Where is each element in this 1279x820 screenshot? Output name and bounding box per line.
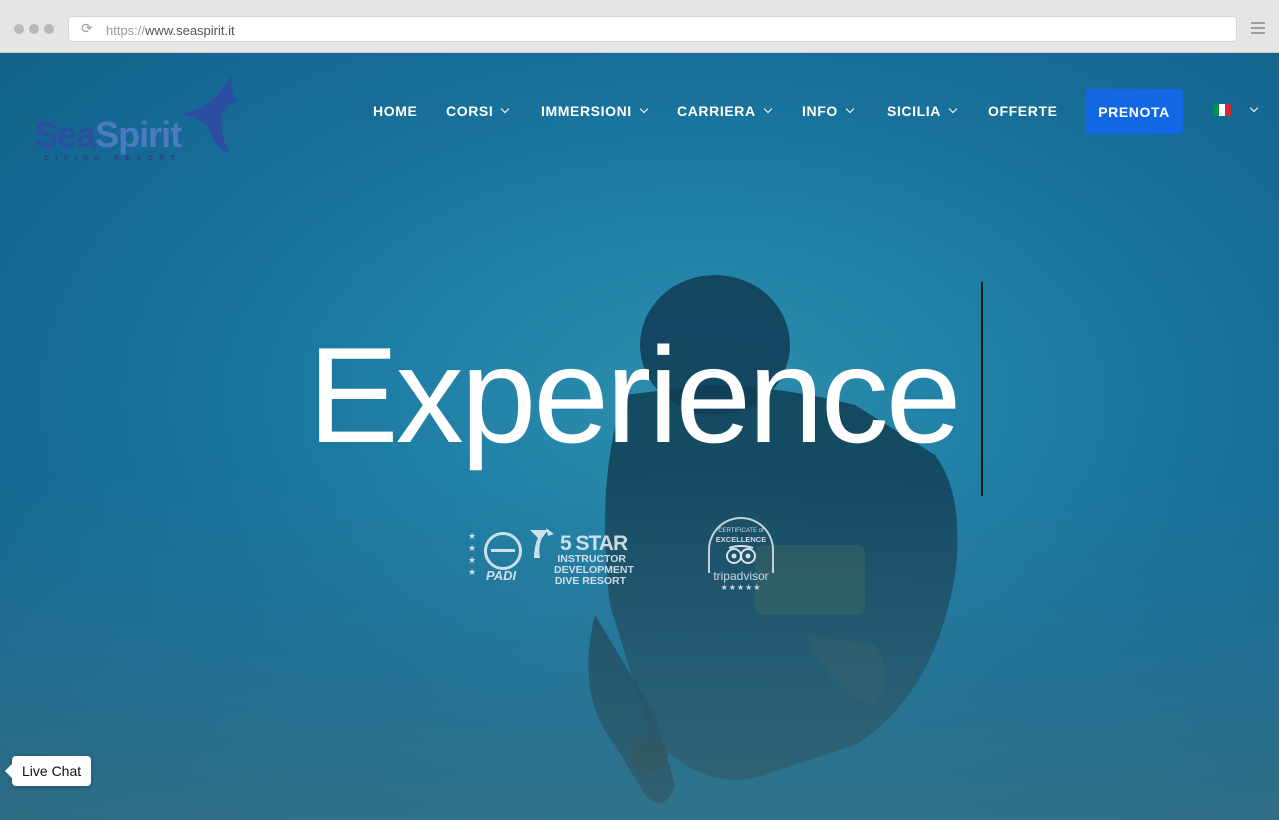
chevron-down-icon xyxy=(763,104,772,114)
padi-line-3: DIVE RESORT xyxy=(554,575,626,587)
typing-cursor xyxy=(981,282,983,496)
maximize-window-dot[interactable] xyxy=(44,24,54,34)
nav-item-offerte[interactable]: OFFERTE xyxy=(988,103,1058,119)
excellence-label: EXCELLENCE xyxy=(715,535,767,544)
chevron-down-icon xyxy=(639,104,649,114)
nav-label: INFO xyxy=(802,103,838,119)
nav-item-corsi[interactable]: CORSI xyxy=(446,103,510,119)
tripadvisor-owl-icon xyxy=(726,545,756,564)
nav-item-carriera[interactable]: CARRIERA xyxy=(677,103,772,119)
chevron-down-icon xyxy=(1249,103,1259,113)
minimize-window-dot[interactable] xyxy=(29,24,39,34)
url-protocol: https:// xyxy=(106,23,146,38)
padi-diver-figure-icon xyxy=(530,528,554,558)
tripadvisor-badge: CERTIFICATE of EXCELLENCE tripadvisor ★★… xyxy=(707,517,775,595)
padi-5-star-badge: ★ ★ ★ ★ PADI 5 STAR INSTRUCTOR DEVELOPMENT … xyxy=(468,528,634,588)
language-selector[interactable] xyxy=(1213,103,1259,116)
window-controls xyxy=(14,24,54,34)
logo-subtitle: DIVING RESORT xyxy=(44,155,182,162)
padi-brand: PADI xyxy=(486,568,517,583)
padi-globe-icon xyxy=(484,532,522,570)
prenota-button[interactable]: PRENOTA xyxy=(1085,89,1183,134)
url-text[interactable]: https://www.seaspirit.it xyxy=(106,23,235,38)
nav-label: SICILIA xyxy=(887,103,941,119)
it-flag-icon xyxy=(1213,104,1231,116)
nav-label: CARRIERA xyxy=(677,103,756,119)
close-window-dot[interactable] xyxy=(14,24,24,34)
main-navigation: HOME CORSI IMMERSIONI CARRIERA INFO SICI… xyxy=(0,89,1279,134)
reload-icon[interactable]: ⟳ xyxy=(81,22,95,36)
chevron-down-icon xyxy=(948,104,958,114)
tripadvisor-brand: tripadvisor xyxy=(713,569,769,583)
padi-stars-icon: ★ ★ ★ ★ xyxy=(468,532,477,578)
nav-label: IMMERSIONI xyxy=(541,103,632,119)
browser-menu-icon[interactable] xyxy=(1251,22,1265,34)
live-chat-button[interactable]: Live Chat xyxy=(12,756,92,786)
browser-toolbar: ⟳ https://www.seaspirit.it xyxy=(0,0,1279,53)
certificate-label: CERTIFICATE of xyxy=(718,528,764,534)
nav-item-info[interactable]: INFO xyxy=(802,103,855,119)
nav-item-home[interactable]: HOME xyxy=(373,103,417,119)
url-host: www.seaspirit.it xyxy=(145,23,235,38)
chevron-down-icon xyxy=(501,104,510,114)
nav-item-immersioni[interactable]: IMMERSIONI xyxy=(541,103,649,119)
nav-label: HOME xyxy=(373,103,418,119)
nav-label: OFFERTE xyxy=(988,103,1058,119)
nav-item-sicilia[interactable]: SICILIA xyxy=(887,103,958,119)
padi-description: INSTRUCTOR DEVELOPMENT DIVE RESORT xyxy=(554,554,634,587)
live-chat-label: Live Chat xyxy=(22,763,82,779)
chevron-down-icon xyxy=(845,104,855,114)
nav-label: CORSI xyxy=(446,103,494,119)
address-bar[interactable]: ⟳ https://www.seaspirit.it xyxy=(68,16,1237,42)
hero-headline: Experience xyxy=(308,319,961,471)
tripadvisor-stars: ★★★★★ xyxy=(720,583,762,592)
